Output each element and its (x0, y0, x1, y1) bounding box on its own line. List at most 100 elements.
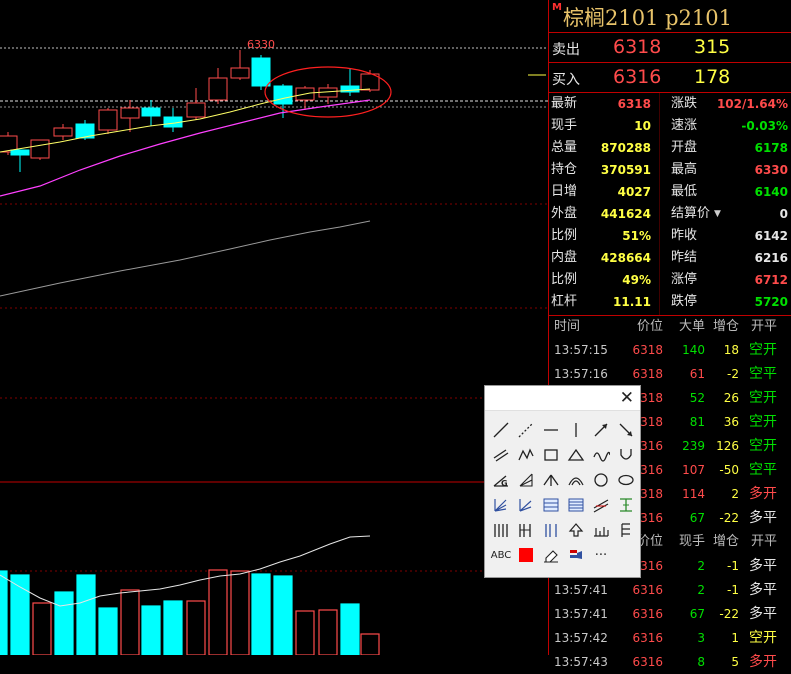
volume-bar (141, 605, 161, 655)
stat-label: 内盘 (551, 250, 578, 265)
tick-type: 多平 (749, 606, 777, 622)
stat-label: 总量 (551, 140, 578, 155)
stat-r-0: 涨跌 102/1.64% (669, 93, 788, 115)
speed-arc-icon[interactable] (515, 494, 537, 516)
ray-down-icon[interactable] (615, 419, 637, 441)
fan-icon[interactable] (515, 469, 537, 491)
stat-l-2: 总量 870288 (549, 137, 651, 159)
tick-oi: -1 (727, 583, 739, 597)
more-icon[interactable]: ··· (590, 544, 612, 566)
title-marker: M (552, 2, 562, 13)
fib-time-icon[interactable] (515, 519, 537, 541)
tick-oi: 2 (731, 487, 739, 501)
fibonacci-icon[interactable] (540, 494, 562, 516)
ellipse-icon[interactable] (615, 469, 637, 491)
volume-bar (251, 573, 271, 655)
drawing-toolbox[interactable]: ✕ G ABC ··· (484, 385, 641, 578)
u-shape-icon[interactable] (615, 444, 637, 466)
stat-value: 4027 (617, 185, 651, 199)
tick-type: 空开 (749, 342, 777, 358)
eraser-icon[interactable] (540, 544, 562, 566)
stat-label: 持仓 (551, 162, 578, 177)
tick-oi: -50 (719, 463, 739, 477)
trend-channel-icon[interactable] (590, 494, 612, 516)
stat-value: 6330 (754, 163, 788, 177)
peak-icon[interactable] (540, 469, 562, 491)
text-tool-icon[interactable]: ABC (490, 544, 512, 566)
volume-bar (360, 633, 380, 655)
tick-size: 2 (697, 559, 705, 573)
circle-icon[interactable] (590, 469, 612, 491)
dashed-line-tool-icon[interactable] (515, 419, 537, 441)
candle (53, 124, 73, 140)
tick-size: 81 (689, 415, 705, 429)
candle (295, 86, 315, 110)
ray-up-icon[interactable] (590, 419, 612, 441)
stat-value: 6142 (754, 229, 788, 243)
col-price: 价位 (636, 319, 663, 334)
price-range-icon[interactable] (615, 494, 637, 516)
zigzag-icon[interactable] (515, 444, 537, 466)
tick-size: 239 (682, 439, 705, 453)
bar-pattern-icon[interactable] (590, 519, 612, 541)
volume-bar (32, 602, 52, 655)
tick-price: 6316 (632, 631, 663, 645)
tick-oi: -22 (719, 607, 739, 621)
cycle-lines-icon[interactable] (490, 519, 512, 541)
stat-label: 昨收 (671, 228, 698, 243)
speed-lines-icon[interactable] (490, 494, 512, 516)
tick-oi: -1 (727, 559, 739, 573)
candle (98, 108, 118, 134)
gann-icon[interactable]: G (490, 469, 512, 491)
candle (30, 139, 50, 160)
stat-l-1: 现手 10 (549, 115, 651, 137)
col-oi: 增仓 (712, 319, 739, 334)
rectangle-icon[interactable] (540, 444, 562, 466)
flag-icon[interactable] (565, 544, 587, 566)
sell-volume: 315 (694, 36, 731, 58)
tick-type: 多平 (749, 558, 777, 574)
tick-size: 107 (682, 463, 705, 477)
tick-type: 多平 (749, 582, 777, 598)
stat-r-3: 最高 6330 (669, 159, 788, 181)
stat-value: 6712 (754, 273, 788, 287)
stat-l-7: 内盘 428664 (549, 247, 651, 269)
high-price-label: 6330 (247, 38, 275, 51)
tick-time: 13:57:15 (554, 343, 608, 357)
stat-label: 速涨 (671, 118, 698, 133)
sell-label: 卖出 (552, 42, 580, 58)
tick-type: 空平 (749, 462, 777, 478)
stat-value: 49% (622, 273, 651, 287)
parallel-lines-icon[interactable] (490, 444, 512, 466)
chevron-down-icon[interactable]: ▼ (714, 203, 721, 225)
line-tool-icon[interactable] (490, 419, 512, 441)
kline-chart[interactable]: 6330 (0, 0, 548, 655)
close-icon[interactable]: ✕ (620, 388, 634, 408)
tick-type: 多开 (749, 486, 777, 502)
tick-size: 67 (689, 607, 705, 621)
vertical-line-icon[interactable] (565, 419, 587, 441)
volume-bar (163, 600, 183, 655)
tick-time: 13:57:16 (554, 367, 608, 381)
horizontal-line-icon[interactable] (540, 419, 562, 441)
tick-time: 13:57:41 (554, 607, 608, 621)
arc-icon[interactable] (565, 469, 587, 491)
volume-bar (120, 589, 140, 655)
fib-retrace-icon[interactable] (565, 494, 587, 516)
stat-value: 51% (622, 229, 651, 243)
volume-bar (0, 570, 8, 655)
stat-value: 441624 (600, 207, 651, 221)
candle (230, 50, 250, 80)
time-zone-icon[interactable] (540, 519, 562, 541)
color-picker-icon[interactable] (515, 544, 537, 566)
wave-icon[interactable] (590, 444, 612, 466)
stat-l-6: 比例 51% (549, 225, 651, 247)
triangle-icon[interactable] (565, 444, 587, 466)
tick-price: 6316 (632, 607, 663, 621)
stat-r-1: 速涨 -0.03% (669, 115, 788, 137)
stat-value: 5720 (754, 295, 788, 309)
tick-time: 13:57:41 (554, 583, 608, 597)
fib-ext-icon[interactable] (615, 519, 637, 541)
arrow-up-icon[interactable] (565, 519, 587, 541)
tick-row: 13:57:16 6318 61 -2 空平 (549, 362, 791, 386)
